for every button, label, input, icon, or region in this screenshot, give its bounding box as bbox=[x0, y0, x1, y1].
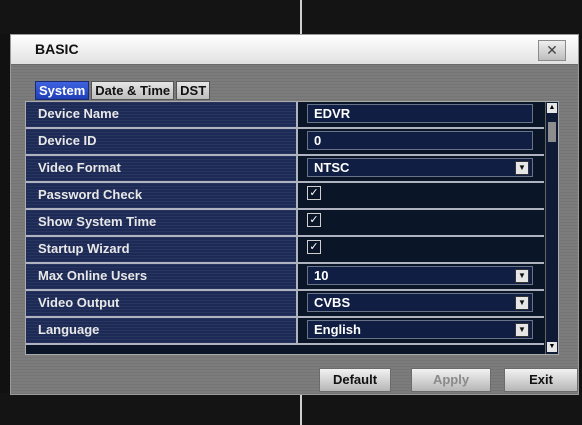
close-icon: ✕ bbox=[546, 42, 558, 58]
basic-settings-dialog: BASIC ✕ System Date & Time DST Device Na… bbox=[10, 34, 579, 395]
dropdown-arrow-icon[interactable]: ▼ bbox=[515, 296, 529, 310]
max-online-users-select[interactable]: 10 ▼ bbox=[307, 266, 533, 285]
setting-label: Startup Wizard bbox=[26, 237, 298, 262]
setting-row-device-id: Device ID 0 bbox=[26, 129, 544, 156]
select-value: 10 bbox=[314, 268, 329, 283]
exit-button[interactable]: Exit bbox=[504, 368, 578, 392]
device-id-input[interactable]: 0 bbox=[307, 131, 533, 150]
background-top bbox=[0, 0, 582, 34]
setting-label: Device Name bbox=[26, 102, 298, 127]
tab-system[interactable]: System bbox=[35, 81, 90, 100]
select-value: NTSC bbox=[314, 160, 350, 175]
select-value: CVBS bbox=[314, 295, 351, 310]
checkmark-icon: ✓ bbox=[309, 214, 319, 226]
setting-label: Video Output bbox=[26, 291, 298, 316]
show-system-time-checkbox[interactable]: ✓ bbox=[307, 213, 321, 227]
setting-row-video-format: Video Format NTSC ▼ bbox=[26, 156, 544, 183]
tab-dst[interactable]: DST bbox=[176, 81, 211, 100]
scroll-down-icon[interactable]: ▼ bbox=[547, 342, 557, 352]
background-bottom bbox=[0, 393, 582, 425]
dropdown-arrow-icon[interactable]: ▼ bbox=[515, 161, 529, 175]
vertical-scrollbar[interactable]: ▲ ▼ bbox=[545, 102, 558, 354]
dialog-title: BASIC bbox=[35, 41, 79, 57]
video-format-select[interactable]: NTSC ▼ bbox=[307, 158, 533, 177]
setting-label: Password Check bbox=[26, 183, 298, 208]
close-button[interactable]: ✕ bbox=[538, 40, 566, 61]
setting-row-max-online-users: Max Online Users 10 ▼ bbox=[26, 264, 544, 291]
checkmark-icon: ✓ bbox=[309, 241, 319, 253]
apply-button[interactable]: Apply bbox=[411, 368, 491, 392]
divider-line-bottom bbox=[300, 393, 302, 425]
title-bar: BASIC ✕ bbox=[11, 35, 578, 65]
default-button[interactable]: Default bbox=[319, 368, 391, 392]
tab-bar: System Date & Time DST bbox=[35, 81, 212, 100]
dropdown-arrow-icon[interactable]: ▼ bbox=[515, 269, 529, 283]
setting-row-device-name: Device Name EDVR bbox=[26, 102, 544, 129]
setting-label: Show System Time bbox=[26, 210, 298, 235]
scroll-up-icon[interactable]: ▲ bbox=[547, 103, 557, 113]
setting-label: Max Online Users bbox=[26, 264, 298, 289]
scroll-thumb[interactable] bbox=[548, 122, 556, 142]
settings-panel: Device Name EDVR Device ID 0 Video Forma… bbox=[25, 101, 559, 355]
setting-row-show-system-time: Show System Time ✓ bbox=[26, 210, 544, 237]
device-name-input[interactable]: EDVR bbox=[307, 104, 533, 123]
setting-label: Language bbox=[26, 318, 298, 343]
password-check-checkbox[interactable]: ✓ bbox=[307, 186, 321, 200]
dropdown-arrow-icon[interactable]: ▼ bbox=[515, 323, 529, 337]
checkmark-icon: ✓ bbox=[309, 187, 319, 199]
setting-row-language: Language English ▼ bbox=[26, 318, 544, 345]
setting-row-password-check: Password Check ✓ bbox=[26, 183, 544, 210]
divider-line-top bbox=[300, 0, 302, 34]
tab-date-time[interactable]: Date & Time bbox=[91, 81, 175, 100]
setting-row-startup-wizard: Startup Wizard ✓ bbox=[26, 237, 544, 264]
startup-wizard-checkbox[interactable]: ✓ bbox=[307, 240, 321, 254]
setting-label: Device ID bbox=[26, 129, 298, 154]
select-value: English bbox=[314, 322, 361, 337]
video-output-select[interactable]: CVBS ▼ bbox=[307, 293, 533, 312]
language-select[interactable]: English ▼ bbox=[307, 320, 533, 339]
setting-label: Video Format bbox=[26, 156, 298, 181]
setting-row-video-output: Video Output CVBS ▼ bbox=[26, 291, 544, 318]
